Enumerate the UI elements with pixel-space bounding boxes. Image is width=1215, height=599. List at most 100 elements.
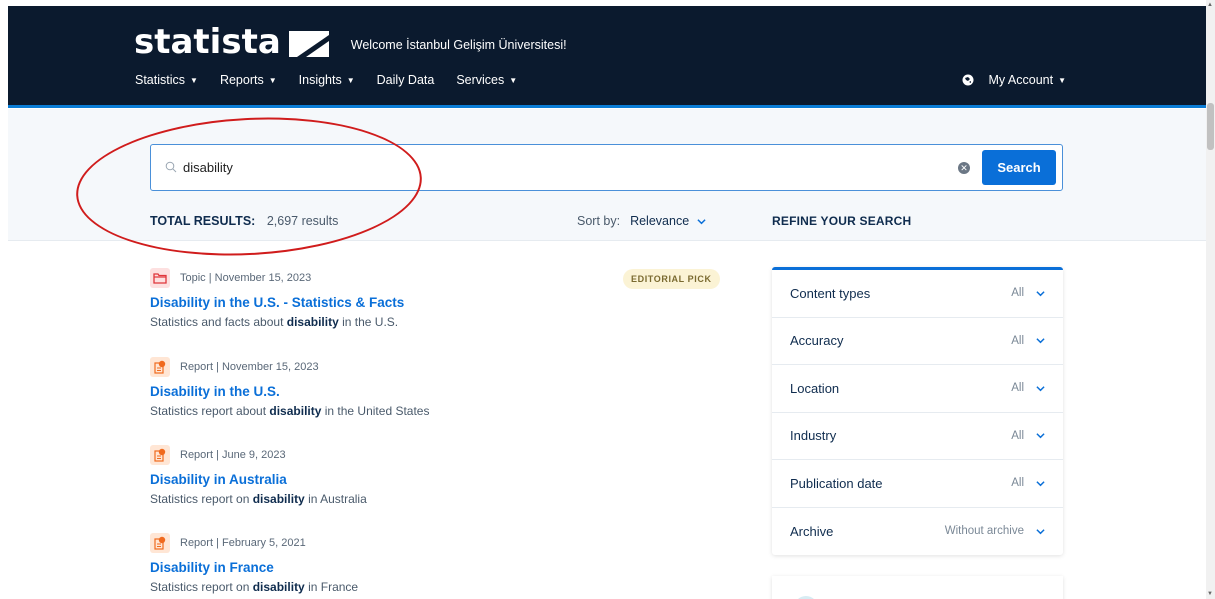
- chevron-down-icon: [1036, 528, 1045, 535]
- nav-label: Daily Data: [376, 73, 435, 87]
- result-meta-text: Report | November 15, 2023: [180, 361, 319, 373]
- chevron-down-icon: [1036, 385, 1045, 392]
- filter-archive[interactable]: Archive Without archive: [772, 508, 1063, 556]
- desc-highlight: disability: [286, 315, 339, 329]
- nav-label: Reports: [219, 73, 264, 87]
- result-item: Report | February 5, 2021 Disability in …: [150, 533, 358, 594]
- result-meta: Report | November 15, 2023: [150, 357, 429, 377]
- result-item: Report | June 9, 2023 Disability in Aust…: [150, 445, 367, 506]
- filter-value-text: All: [1011, 382, 1024, 395]
- my-account-menu[interactable]: My Account ▼: [962, 73, 1066, 87]
- result-title[interactable]: Disability in France: [150, 560, 358, 575]
- result-meta-text: Topic | November 15, 2023: [180, 272, 312, 284]
- filter-label: Archive: [790, 523, 834, 539]
- filter-value: All: [1011, 335, 1045, 347]
- result-description: Statistics report on disability in Austr…: [150, 492, 367, 506]
- filter-label: Content types: [790, 285, 871, 301]
- sort-by-label: Sort by:: [577, 214, 621, 228]
- result-item: Topic | November 15, 2023 Disability in …: [150, 268, 404, 329]
- result-title[interactable]: Disability in the U.S.: [150, 384, 429, 399]
- sort-by-control[interactable]: Sort by: Relevance: [577, 214, 706, 228]
- filter-value-text: All: [1011, 429, 1024, 442]
- caret-down-icon: ▼: [268, 75, 277, 85]
- result-description: Statistics report on disability in Franc…: [150, 580, 358, 594]
- report-icon: [150, 445, 170, 465]
- search-input[interactable]: disability ✕ Search: [150, 144, 1063, 191]
- scroll-thumb[interactable]: [1207, 103, 1214, 150]
- total-results: TOTAL RESULTS: 2,697 results: [150, 214, 338, 228]
- folder-icon: [150, 268, 170, 288]
- welcome-message: Welcome İstanbul Gelişim Üniversitesi!: [350, 38, 567, 52]
- caret-down-icon: ▼: [346, 75, 355, 85]
- caret-down-icon: ▼: [190, 75, 198, 85]
- chevron-down-icon: [1036, 433, 1045, 439]
- desc-highlight: disability: [252, 492, 305, 506]
- top-header: statista Welcome İstanbul Gelişim Üniver…: [8, 6, 1206, 108]
- nav-daily-data[interactable]: Daily Data: [377, 73, 435, 87]
- scroll-down-icon[interactable]: ▼: [1207, 591, 1213, 597]
- filter-label: Location: [790, 380, 840, 396]
- refine-filters-panel: Content types All Accuracy All Location …: [772, 267, 1063, 555]
- scroll-up-icon[interactable]: ▲: [1207, 2, 1213, 8]
- filter-value: All: [1011, 477, 1045, 489]
- result-meta: Report | February 5, 2021: [150, 533, 358, 553]
- caret-down-icon: ▼: [509, 75, 518, 85]
- search-icon: [165, 161, 177, 173]
- report-icon: [150, 357, 170, 377]
- editorial-pick-badge: EDITORIAL PICK: [623, 269, 720, 289]
- chevron-down-icon: [697, 218, 706, 224]
- result-title[interactable]: Disability in the U.S. - Statistics & Fa…: [150, 295, 404, 310]
- nav-insights[interactable]: Insights ▼: [299, 73, 355, 87]
- desc-highlight: disability: [252, 580, 305, 594]
- result-meta: Topic | November 15, 2023: [150, 268, 404, 288]
- nav-services[interactable]: Services ▼: [456, 73, 517, 87]
- result-meta-text: Report | February 5, 2021: [180, 537, 306, 549]
- desc-text: Statistics and facts about: [150, 315, 287, 329]
- filter-value: Without archive: [945, 525, 1045, 537]
- chevron-down-icon: [1036, 290, 1045, 297]
- nav-reports[interactable]: Reports ▼: [220, 73, 277, 87]
- total-results-count: 2,697 results: [266, 214, 339, 228]
- desc-text: in the United States: [321, 404, 430, 418]
- total-results-label: TOTAL RESULTS:: [150, 214, 256, 228]
- refine-search-heading: REFINE YOUR SEARCH: [772, 214, 912, 228]
- chevron-down-icon: [1036, 338, 1045, 344]
- desc-text: in Australia: [304, 492, 367, 506]
- desc-text: in the U.S.: [338, 315, 399, 329]
- filter-publication-date[interactable]: Publication date All: [772, 460, 1063, 508]
- filter-accuracy[interactable]: Accuracy All: [772, 318, 1063, 365]
- page-scrollbar[interactable]: ▲ ▼: [1206, 0, 1215, 599]
- my-account-label: My Account: [988, 73, 1054, 87]
- search-query: disability: [183, 160, 233, 175]
- search-button[interactable]: Search: [982, 150, 1056, 185]
- nav-statistics[interactable]: Statistics ▼: [135, 73, 198, 87]
- filter-industry[interactable]: Industry All: [772, 413, 1063, 460]
- filter-location[interactable]: Location All: [772, 365, 1063, 413]
- result-description: Statistics and facts about disability in…: [150, 315, 404, 329]
- secondary-panel: [772, 576, 1063, 599]
- result-meta-text: Report | June 9, 2023: [180, 449, 286, 461]
- brand-row: statista Welcome İstanbul Gelişim Üniver…: [134, 22, 567, 62]
- filter-value-text: All: [1011, 287, 1024, 300]
- result-description: Statistics report about disability in th…: [150, 404, 429, 418]
- nav-label: Services: [456, 73, 505, 87]
- clear-search-icon[interactable]: ✕: [958, 162, 970, 174]
- desc-highlight: disability: [269, 404, 322, 418]
- filter-value: All: [1011, 382, 1045, 394]
- main-nav: Statistics ▼ Reports ▼ Insights ▼ Daily Dat…: [135, 73, 539, 87]
- statista-logo[interactable]: statista: [134, 22, 281, 62]
- filter-content-types[interactable]: Content types All: [772, 270, 1063, 318]
- statista-logo-mark-icon: [288, 31, 329, 57]
- result-item: Report | November 15, 2023 Disability in…: [150, 357, 429, 418]
- chevron-down-icon: [1036, 480, 1045, 487]
- filter-value: All: [1011, 430, 1045, 442]
- desc-text: in France: [304, 580, 359, 594]
- result-title[interactable]: Disability in Australia: [150, 472, 367, 487]
- report-icon: [150, 533, 170, 553]
- nav-label: Statistics: [135, 73, 186, 87]
- desc-text: Statistics report on: [150, 580, 253, 594]
- filter-label: Accuracy: [790, 333, 844, 349]
- desc-text: Statistics report on: [150, 492, 253, 506]
- filter-label: Publication date: [790, 475, 883, 491]
- sort-by-value: Relevance: [630, 214, 690, 228]
